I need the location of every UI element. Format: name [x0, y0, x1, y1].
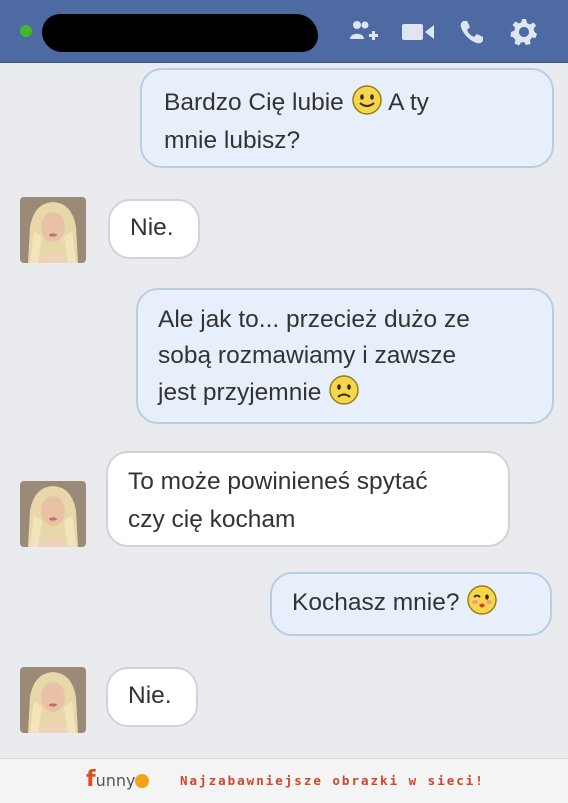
outgoing-message-bubble: Kochasz mnie?: [270, 572, 552, 636]
phone-icon[interactable]: [454, 14, 490, 50]
gear-icon[interactable]: [506, 14, 542, 50]
message-text: jest przyjemnie: [158, 379, 322, 406]
incoming-message-bubble: To może powinieneś spytać czy cię kocham: [106, 451, 510, 547]
incoming-message-bubble: Nie.: [108, 199, 200, 259]
sad-emoji-icon: [329, 375, 359, 405]
chat-thread: Bardzo Cię lubie A ty mnie lubisz? Nie. …: [0, 62, 568, 758]
kiss-emoji-icon: [467, 585, 498, 615]
message-text: To może powinieneś spytać: [128, 468, 428, 495]
message-text: czy cię kocham: [128, 506, 296, 533]
message-text: Nie.: [130, 214, 174, 241]
message-text: sobą rozmawiamy i zawsze: [158, 342, 457, 369]
add-people-icon[interactable]: [346, 14, 382, 50]
watermark-footer: funny Najzabawniejsze obrazki w sieci!: [0, 758, 568, 803]
message-text: Bardzo Cię lubie: [164, 89, 344, 116]
smile-emoji-icon: [351, 85, 382, 115]
funny-logo: funny: [86, 767, 150, 797]
contact-avatar[interactable]: [20, 197, 86, 263]
message-text: Nie.: [128, 682, 172, 709]
outgoing-message-bubble: Bardzo Cię lubie A ty mnie lubisz?: [140, 68, 554, 168]
outgoing-message-bubble: Ale jak to... przecież dużo ze sobą rozm…: [136, 288, 554, 424]
message-text: Kochasz mnie?: [292, 589, 460, 616]
chat-header: [0, 0, 568, 63]
footer-tagline: Najzabawniejsze obrazki w sieci!: [180, 773, 485, 788]
online-status-indicator: [20, 25, 32, 37]
message-text: A ty: [388, 89, 429, 116]
message-text: Ale jak to... przecież dużo ze: [158, 306, 470, 333]
video-call-icon[interactable]: [400, 14, 436, 50]
incoming-message-bubble: Nie.: [106, 667, 198, 727]
contact-avatar[interactable]: [20, 481, 86, 547]
contact-name-redacted: [42, 14, 318, 52]
contact-avatar[interactable]: [20, 667, 86, 733]
message-text: mnie lubisz?: [164, 127, 301, 154]
